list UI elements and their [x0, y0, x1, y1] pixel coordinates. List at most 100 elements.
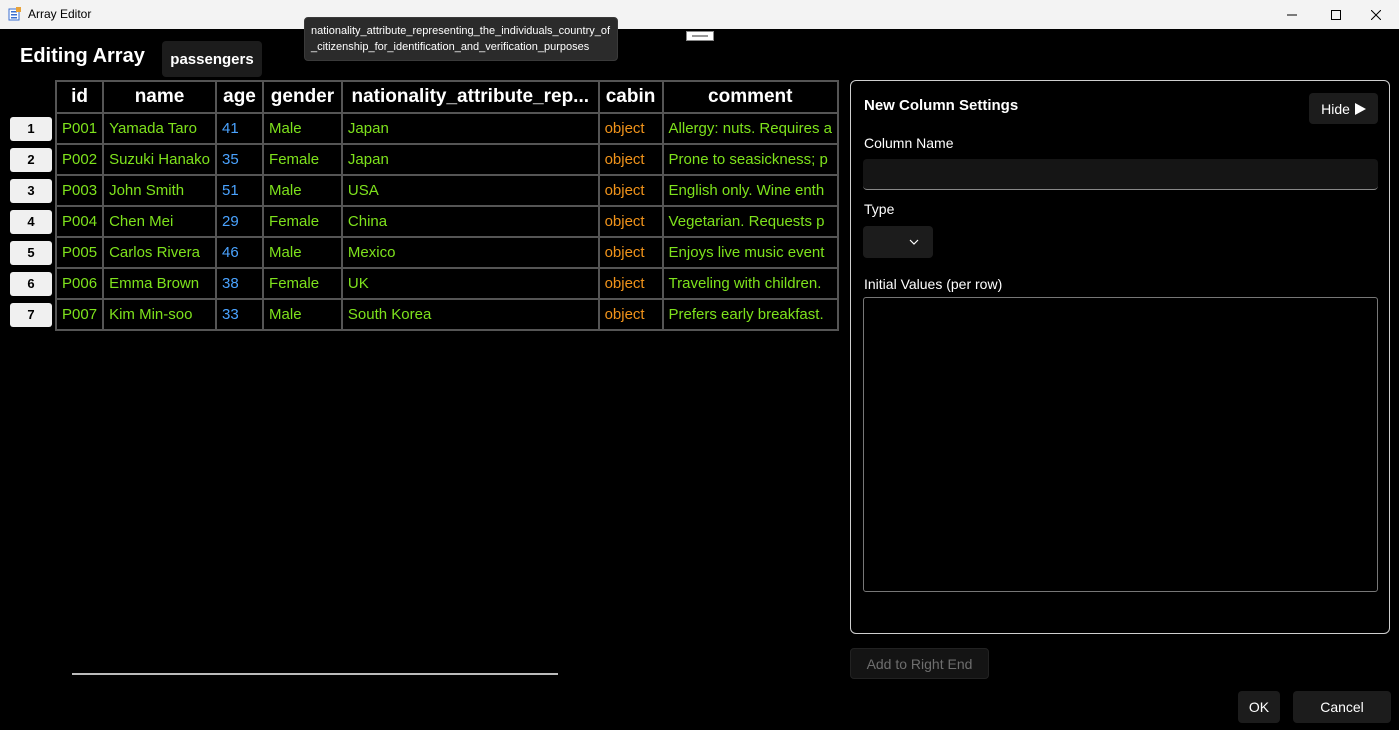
close-button[interactable]: [1353, 0, 1399, 29]
chevron-down-icon: [909, 239, 919, 245]
cell-nationality[interactable]: Japan: [340, 143, 600, 176]
row-number-button[interactable]: 7: [10, 302, 52, 327]
cell-id[interactable]: P002: [55, 143, 105, 176]
app-icon: [8, 7, 21, 21]
cell-id[interactable]: P006: [55, 267, 105, 300]
column-name-input[interactable]: [863, 159, 1378, 190]
table-row: 6 P006 Emma Brown 38 Female UK object Tr…: [10, 267, 839, 300]
cell-cabin[interactable]: object: [597, 174, 664, 207]
cell-comment[interactable]: Allergy: nuts. Requires a: [661, 112, 839, 145]
drag-handle[interactable]: [686, 31, 714, 41]
table-row: 7 P007 Kim Min-soo 33 Male South Korea o…: [10, 298, 839, 331]
cancel-button[interactable]: Cancel: [1293, 691, 1391, 723]
row-number-cell: 2: [10, 144, 56, 175]
ok-button[interactable]: OK: [1238, 691, 1280, 723]
cell-name[interactable]: Chen Mei: [102, 205, 217, 238]
cell-cabin[interactable]: object: [597, 236, 664, 269]
cell-age[interactable]: 35: [214, 143, 265, 176]
row-number-cell: 1: [10, 113, 56, 144]
row-number-button[interactable]: 1: [10, 116, 52, 141]
cell-gender[interactable]: Female: [262, 205, 343, 238]
cell-cabin[interactable]: object: [597, 112, 664, 145]
row-number-button[interactable]: 5: [10, 240, 52, 265]
cell-age[interactable]: 41: [214, 112, 265, 145]
row-number-cell: 6: [10, 268, 56, 299]
minimize-button[interactable]: [1269, 0, 1315, 29]
type-label: Type: [864, 201, 895, 217]
column-header-name[interactable]: name: [102, 80, 217, 114]
cell-comment[interactable]: Traveling with children.: [661, 267, 839, 300]
cell-age[interactable]: 33: [214, 298, 265, 331]
window-title: Array Editor: [28, 7, 92, 21]
cell-name[interactable]: John Smith: [102, 174, 217, 207]
cell-nationality[interactable]: South Korea: [340, 298, 600, 331]
add-to-right-end-button[interactable]: Add to Right End: [850, 648, 989, 679]
cell-cabin[interactable]: object: [597, 205, 664, 238]
header-corner: [10, 81, 57, 113]
cell-id[interactable]: P007: [55, 298, 105, 331]
table-row: 1 P001 Yamada Taro 41 Male Japan object …: [10, 112, 839, 145]
table-row: 2 P002 Suzuki Hanako 35 Female Japan obj…: [10, 143, 839, 176]
close-icon: [1371, 9, 1381, 20]
cell-cabin[interactable]: object: [597, 298, 664, 331]
array-name-badge[interactable]: passengers: [162, 41, 262, 77]
column-name-label: Column Name: [864, 135, 954, 151]
cell-id[interactable]: P004: [55, 205, 105, 238]
maximize-icon: [1331, 9, 1341, 20]
column-header-gender[interactable]: gender: [262, 80, 343, 114]
cell-age[interactable]: 29: [214, 205, 265, 238]
cell-gender[interactable]: Male: [262, 298, 343, 331]
new-column-settings-panel: New Column Settings Hide Column Name Typ…: [850, 80, 1390, 634]
cell-id[interactable]: P001: [55, 112, 105, 145]
cell-gender[interactable]: Female: [262, 143, 343, 176]
cell-age[interactable]: 46: [214, 236, 265, 269]
cell-nationality[interactable]: USA: [340, 174, 600, 207]
table-row: 3 P003 John Smith 51 Male USA object Eng…: [10, 174, 839, 207]
table-row: 5 P005 Carlos Rivera 46 Male Mexico obje…: [10, 236, 839, 269]
cell-nationality[interactable]: Japan: [340, 112, 600, 145]
panel-title: New Column Settings: [864, 97, 1019, 114]
cell-comment[interactable]: Prone to seasickness; p: [661, 143, 839, 176]
column-header-id[interactable]: id: [55, 80, 105, 114]
cell-nationality[interactable]: UK: [340, 267, 600, 300]
cell-name[interactable]: Emma Brown: [102, 267, 217, 300]
cell-cabin[interactable]: object: [597, 143, 664, 176]
row-number-button[interactable]: 6: [10, 271, 52, 296]
row-number-button[interactable]: 2: [10, 147, 52, 172]
column-header-cabin[interactable]: cabin: [597, 80, 664, 114]
cell-comment[interactable]: Prefers early breakfast.: [661, 298, 839, 331]
initial-values-textarea[interactable]: [863, 297, 1378, 592]
hide-panel-button[interactable]: Hide: [1309, 93, 1378, 124]
cell-name[interactable]: Kim Min-soo: [102, 298, 217, 331]
cell-id[interactable]: P005: [55, 236, 105, 269]
cell-id[interactable]: P003: [55, 174, 105, 207]
cell-age[interactable]: 51: [214, 174, 265, 207]
cell-nationality[interactable]: China: [340, 205, 600, 238]
row-number-button[interactable]: 3: [10, 178, 52, 203]
table-header-row: id name age gender nationality_attribute…: [10, 80, 839, 114]
array-table-container: id name age gender nationality_attribute…: [10, 80, 839, 335]
hide-button-label: Hide: [1321, 100, 1350, 117]
cell-comment[interactable]: Enjoys live music event: [661, 236, 839, 269]
cell-cabin[interactable]: object: [597, 267, 664, 300]
cell-comment[interactable]: English only. Wine enth: [661, 174, 839, 207]
cell-name[interactable]: Suzuki Hanako: [102, 143, 217, 176]
cell-nationality[interactable]: Mexico: [340, 236, 600, 269]
horizontal-scrollbar[interactable]: [72, 673, 558, 675]
cell-gender[interactable]: Male: [262, 112, 343, 145]
cell-gender[interactable]: Female: [262, 267, 343, 300]
column-header-nationality[interactable]: nationality_attribute_rep...: [340, 80, 600, 114]
cell-gender[interactable]: Male: [262, 236, 343, 269]
cell-gender[interactable]: Male: [262, 174, 343, 207]
cell-age[interactable]: 38: [214, 267, 265, 300]
column-header-age[interactable]: age: [214, 80, 265, 114]
cell-comment[interactable]: Vegetarian. Requests p: [661, 205, 839, 238]
row-number-button[interactable]: 4: [10, 209, 52, 234]
cell-name[interactable]: Carlos Rivera: [102, 236, 217, 269]
cell-name[interactable]: Yamada Taro: [102, 112, 217, 145]
row-number-cell: 5: [10, 237, 56, 268]
column-header-comment[interactable]: comment: [661, 80, 839, 114]
type-dropdown[interactable]: [863, 226, 933, 258]
row-number-cell: 3: [10, 175, 56, 206]
row-number-cell: 4: [10, 206, 56, 237]
